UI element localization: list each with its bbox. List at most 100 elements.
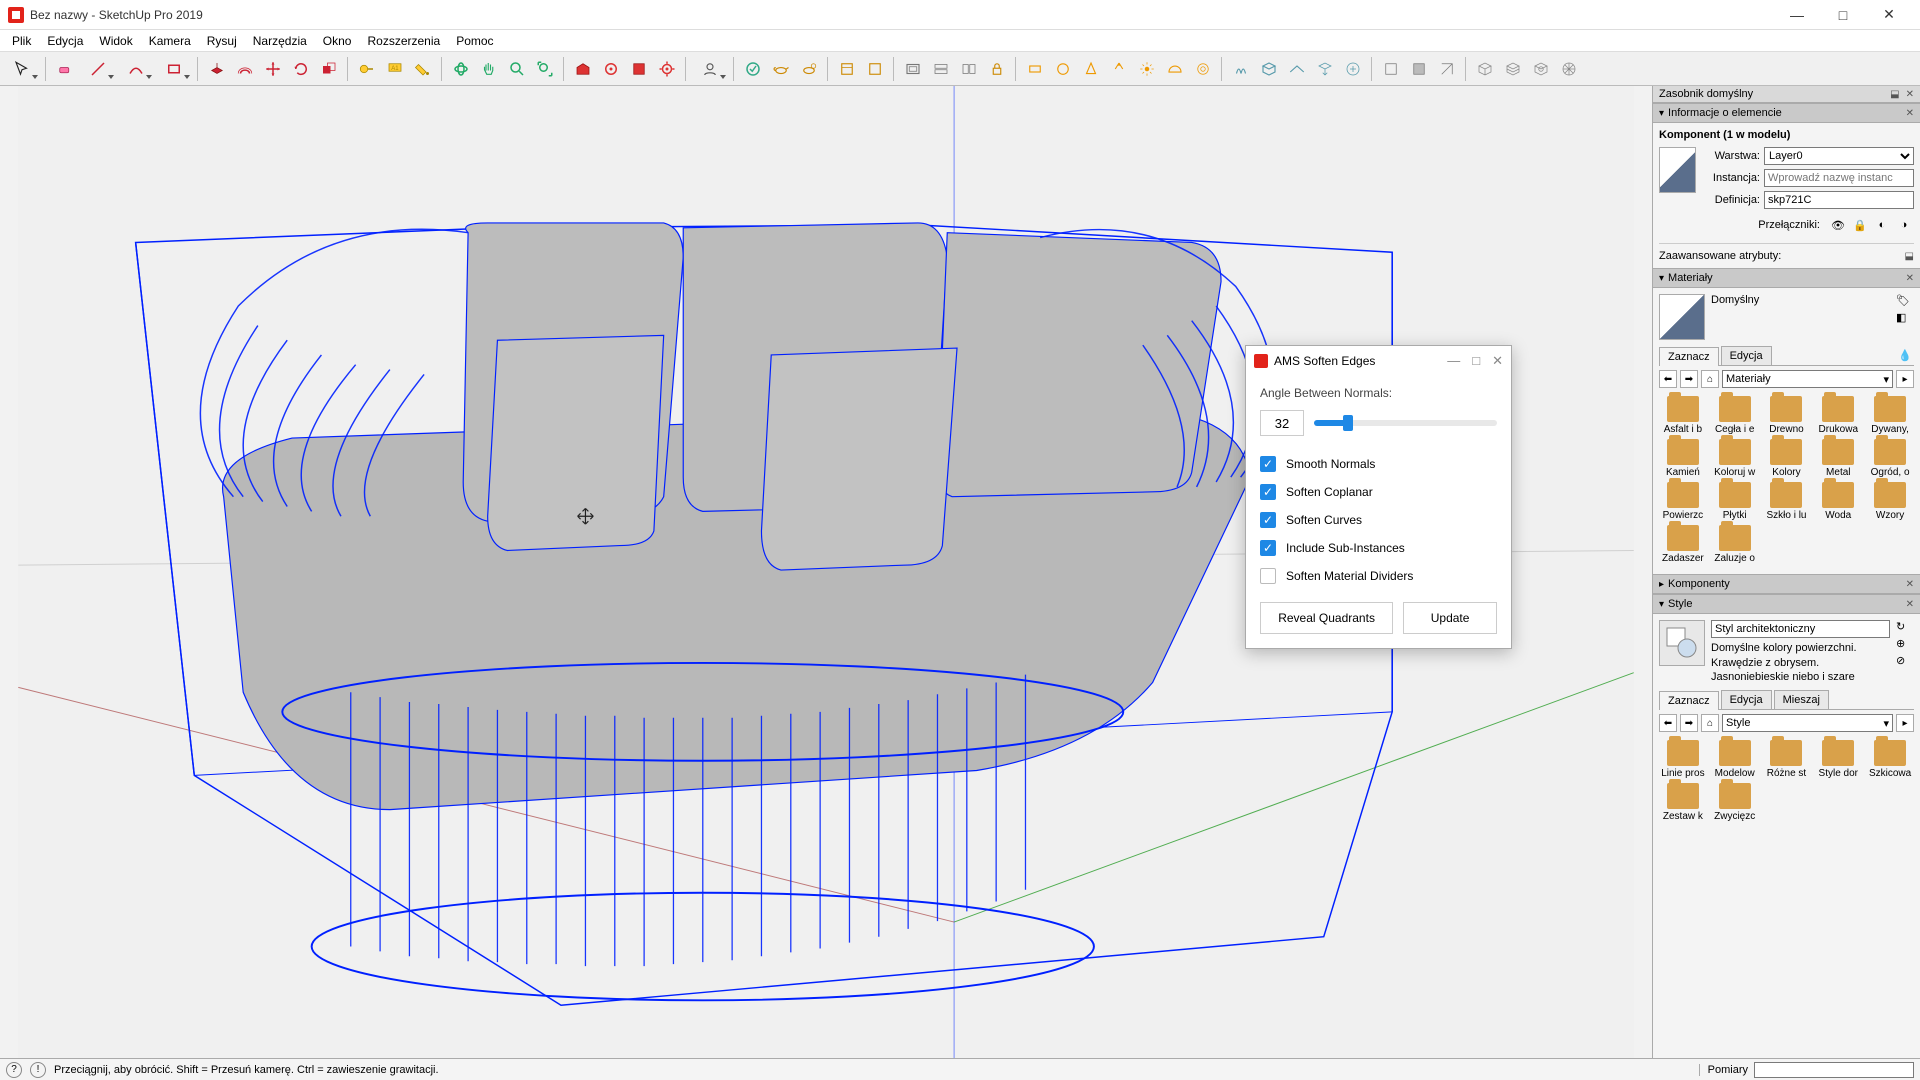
update-button[interactable]: Update xyxy=(1403,602,1497,634)
styles-tab-select[interactable]: Zaznacz xyxy=(1659,691,1719,710)
material-folder[interactable]: Zadaszer xyxy=(1659,525,1707,564)
mat-menu[interactable]: ▸ xyxy=(1896,370,1914,388)
light-mesh-tool[interactable] xyxy=(1190,56,1216,82)
material-folder[interactable]: Kamień xyxy=(1659,439,1707,478)
warehouse-tool[interactable] xyxy=(570,56,596,82)
zoom-extents-tool[interactable] xyxy=(532,56,558,82)
tool-d[interactable] xyxy=(928,56,954,82)
panel-entity-info[interactable]: Informacje o elemencie ✕ xyxy=(1653,103,1920,123)
geolocation-icon[interactable]: ? xyxy=(6,1062,22,1078)
tool-e[interactable] xyxy=(956,56,982,82)
material-folder[interactable]: Cegła i e xyxy=(1711,396,1759,435)
measure-input[interactable] xyxy=(1754,1062,1914,1078)
definition-input[interactable] xyxy=(1764,191,1914,209)
light-dome-tool[interactable] xyxy=(1162,56,1188,82)
material-thumb[interactable] xyxy=(1659,294,1705,340)
style-purge-icon[interactable]: ⊘ xyxy=(1896,654,1914,667)
extra-1-tool[interactable] xyxy=(1378,56,1404,82)
select-tool[interactable] xyxy=(4,56,40,82)
line-tool[interactable] xyxy=(80,56,116,82)
style-folder[interactable]: Zwycięzc xyxy=(1711,783,1759,822)
tray-pin-icon[interactable]: ⬓ xyxy=(1890,89,1899,100)
tool-a[interactable] xyxy=(834,56,860,82)
dialog-close[interactable]: ✕ xyxy=(1492,353,1503,369)
panel-styles[interactable]: Style ✕ xyxy=(1653,594,1920,614)
material-folder[interactable]: Dywany, xyxy=(1866,396,1914,435)
panel-materials[interactable]: Materiały ✕ xyxy=(1653,268,1920,288)
material-folder[interactable]: Drewno xyxy=(1763,396,1811,435)
pushpull-tool[interactable] xyxy=(204,56,230,82)
materials-tab-edit[interactable]: Edycja xyxy=(1721,346,1772,365)
ext-warehouse-tool[interactable] xyxy=(598,56,624,82)
style-update-icon[interactable]: ↻ xyxy=(1896,620,1914,633)
text-tool[interactable]: A1 xyxy=(382,56,408,82)
proxy-tool[interactable] xyxy=(1256,56,1282,82)
wire-1-tool[interactable] xyxy=(1472,56,1498,82)
style-folder[interactable]: Modelow xyxy=(1711,740,1759,779)
angle-value[interactable]: 32 xyxy=(1260,410,1304,436)
rotate-tool[interactable] xyxy=(288,56,314,82)
wire-2-tool[interactable] xyxy=(1500,56,1526,82)
styles-tab-mix[interactable]: Mieszaj xyxy=(1774,690,1829,709)
default-material-icon[interactable]: ◧ xyxy=(1896,311,1914,324)
move-tool[interactable] xyxy=(260,56,286,82)
entity-close-icon[interactable]: ✕ xyxy=(1906,108,1914,119)
vray-teapot-tool[interactable] xyxy=(768,56,794,82)
material-folder[interactable]: Powierzc xyxy=(1659,482,1707,521)
instance-input[interactable] xyxy=(1764,169,1914,187)
close-button[interactable]: ✕ xyxy=(1866,0,1912,30)
scale-tool[interactable] xyxy=(316,56,342,82)
mat-collection-select[interactable]: Materiały▾ xyxy=(1722,370,1893,388)
material-folder[interactable]: Wzory xyxy=(1866,482,1914,521)
tool-c[interactable] xyxy=(900,56,926,82)
extra-3-tool[interactable] xyxy=(1434,56,1460,82)
tool-b[interactable] xyxy=(862,56,888,82)
fur-tool[interactable] xyxy=(1228,56,1254,82)
light-sphere-tool[interactable] xyxy=(1050,56,1076,82)
infinite-plane-tool[interactable] xyxy=(1284,56,1310,82)
light-spot-tool[interactable] xyxy=(1078,56,1104,82)
style-thumb[interactable] xyxy=(1659,620,1705,666)
menu-pomoc[interactable]: Pomoc xyxy=(448,32,501,50)
light-rect-tool[interactable] xyxy=(1022,56,1048,82)
mat-nav-back[interactable]: ⬅ xyxy=(1659,370,1677,388)
material-folder[interactable]: Koloruj w xyxy=(1711,439,1759,478)
style-name[interactable]: Styl architektoniczny xyxy=(1711,620,1890,638)
materials-tab-select[interactable]: Zaznacz xyxy=(1659,347,1719,366)
vray-teapot2-tool[interactable] xyxy=(796,56,822,82)
wire-3-tool[interactable] xyxy=(1528,56,1554,82)
arc-tool[interactable] xyxy=(118,56,154,82)
material-folder[interactable]: Metal xyxy=(1814,439,1862,478)
sty-nav-home[interactable]: ⌂ xyxy=(1701,714,1719,732)
layout-tool[interactable] xyxy=(626,56,652,82)
style-new-icon[interactable]: ⊕ xyxy=(1896,637,1914,650)
dialog-titlebar[interactable]: AMS Soften Edges — □ ✕ xyxy=(1246,346,1511,376)
styles-close-icon[interactable]: ✕ xyxy=(1906,599,1914,610)
user-tool[interactable] xyxy=(692,56,728,82)
material-folder[interactable]: Żaluzje o xyxy=(1711,525,1759,564)
panel-components[interactable]: Komponenty ✕ xyxy=(1653,574,1920,594)
material-folder[interactable]: Ogród, o xyxy=(1866,439,1914,478)
menu-plik[interactable]: Plik xyxy=(4,32,39,50)
style-folder[interactable]: Szkicowa xyxy=(1866,740,1914,779)
paint-tool[interactable] xyxy=(410,56,436,82)
offset-tool[interactable] xyxy=(232,56,258,82)
maximize-button[interactable]: □ xyxy=(1820,0,1866,30)
toggle-shadows2-icon[interactable]: ◑ xyxy=(1896,217,1912,233)
credits-icon[interactable]: ! xyxy=(30,1062,46,1078)
menu-okno[interactable]: Okno xyxy=(315,32,360,50)
styles-tab-edit[interactable]: Edycja xyxy=(1721,690,1772,709)
angle-slider[interactable] xyxy=(1314,420,1497,426)
sty-collection-select[interactable]: Style▾ xyxy=(1722,714,1893,732)
vray-tool-1[interactable] xyxy=(740,56,766,82)
dialog-check[interactable]: ✓Soften Coplanar xyxy=(1260,478,1497,506)
components-close-icon[interactable]: ✕ xyxy=(1906,579,1914,590)
material-folder[interactable]: Szkło i lu xyxy=(1763,482,1811,521)
style-folder[interactable]: Style dor xyxy=(1814,740,1862,779)
toggle-shadows-icon[interactable]: ◐ xyxy=(1874,217,1890,233)
wire-4-tool[interactable] xyxy=(1556,56,1582,82)
dialog-check[interactable]: ✓Include Sub-Instances xyxy=(1260,534,1497,562)
advanced-expand-icon[interactable]: ⬓ xyxy=(1905,251,1914,262)
menu-rysuj[interactable]: Rysuj xyxy=(199,32,245,50)
menu-widok[interactable]: Widok xyxy=(91,32,140,50)
